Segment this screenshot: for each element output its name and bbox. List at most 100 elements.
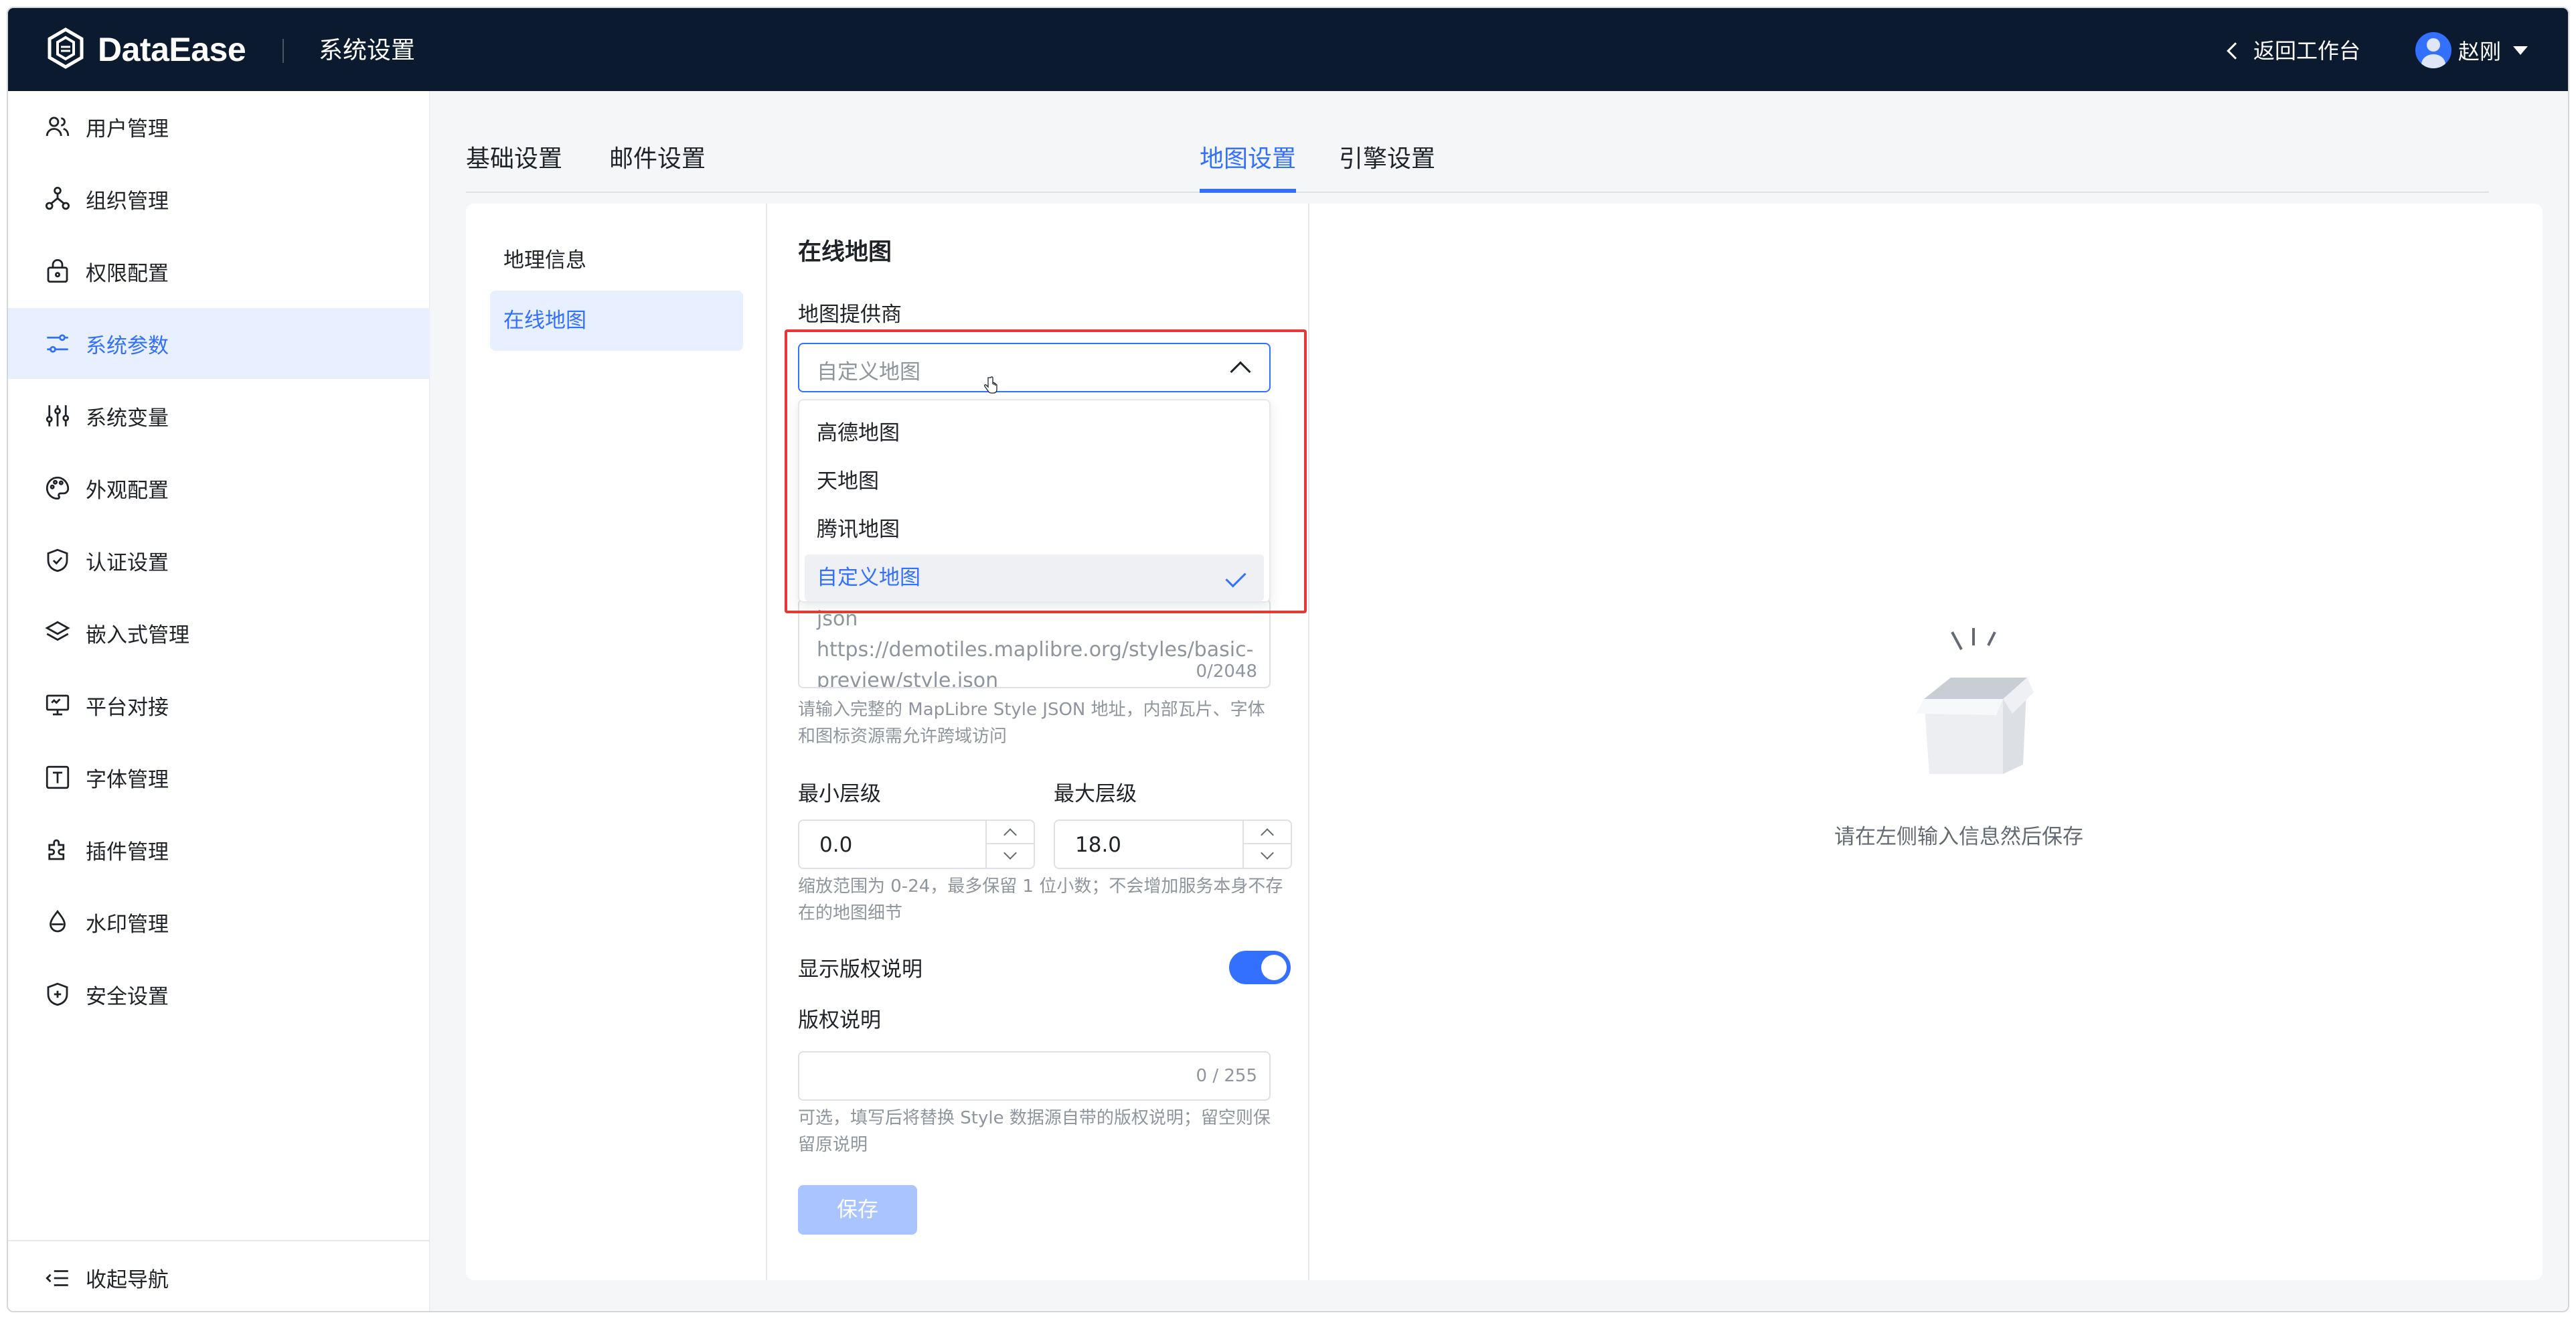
provider-dropdown: 高德地图 天地图 腾讯地图 自定义地图 bbox=[798, 399, 1271, 603]
chevron-up-icon bbox=[1230, 361, 1251, 382]
style-url-text: json https://demotiles.maplibre.org/styl… bbox=[817, 607, 1254, 688]
max-zoom-input[interactable]: 18.0 bbox=[1054, 820, 1292, 869]
collapse-nav-button[interactable]: 收起导航 bbox=[43, 1263, 169, 1293]
preview-divider bbox=[1308, 204, 1309, 1280]
settings-tabs: 基础设置 邮件设置 地图设置 引擎设置 bbox=[466, 135, 2489, 193]
increment-button[interactable] bbox=[987, 821, 1034, 844]
users-icon bbox=[43, 112, 72, 141]
provider-select-value: 自定义地图 bbox=[817, 360, 920, 384]
sliders-icon bbox=[43, 329, 72, 358]
shield-check-icon bbox=[43, 546, 72, 575]
top-header: DataEase 系统设置 返回工作台 赵刚 bbox=[8, 8, 2568, 91]
sidebar-item-fonts[interactable]: 字体管理 bbox=[8, 742, 430, 813]
avatar bbox=[2415, 32, 2451, 68]
max-zoom-value: 18.0 bbox=[1075, 833, 1122, 857]
shield-plus-icon bbox=[43, 980, 72, 1009]
min-zoom-input[interactable]: 0.0 bbox=[798, 820, 1035, 869]
sidebar-item-label: 平台对接 bbox=[86, 695, 169, 720]
copyright-hint: 可选，填写后将替换 Style 数据源自带的版权说明；留空则保留原说明 bbox=[798, 1108, 1271, 1155]
char-count: 0 / 255 bbox=[1196, 1066, 1257, 1086]
sidebar-item-security[interactable]: 安全设置 bbox=[8, 959, 430, 1030]
hand-cursor-icon bbox=[983, 376, 999, 396]
panel-divider bbox=[766, 204, 767, 1280]
style-url-textarea[interactable]: json https://demotiles.maplibre.org/styl… bbox=[798, 599, 1271, 688]
map-settings-panel: 地理信息 在线地图 在线地图 地图提供商 自定义地图 高德地图 天地图 腾讯地图… bbox=[466, 204, 2543, 1280]
sidebar-item-appearance[interactable]: 外观配置 bbox=[8, 453, 430, 524]
back-link-label: 返回工作台 bbox=[2253, 38, 2361, 64]
sidebar-footer: 收起导航 bbox=[8, 1240, 430, 1311]
collapse-menu-icon bbox=[43, 1263, 72, 1293]
decrement-button[interactable] bbox=[987, 844, 1034, 868]
dataease-logo-icon bbox=[44, 27, 87, 72]
tab-basic[interactable]: 基础设置 bbox=[466, 145, 562, 174]
page-title: 系统设置 bbox=[319, 37, 416, 64]
min-zoom-value: 0.0 bbox=[819, 833, 853, 857]
sidebar-item-label: 插件管理 bbox=[86, 840, 169, 864]
increment-button[interactable] bbox=[1244, 821, 1291, 844]
caret-down-icon bbox=[2513, 46, 2528, 55]
max-zoom-label: 最大层级 bbox=[1054, 782, 1137, 806]
option-tencent[interactable]: 腾讯地图 bbox=[805, 506, 1264, 553]
sidebar-item-org[interactable]: 组织管理 bbox=[8, 163, 430, 234]
tab-engine[interactable]: 引擎设置 bbox=[1339, 145, 1435, 174]
sidebar-item-users[interactable]: 用户管理 bbox=[8, 91, 430, 162]
sidebar-item-embedded[interactable]: 嵌入式管理 bbox=[8, 597, 430, 668]
sidebar-item-label: 系统参数 bbox=[86, 333, 169, 358]
app-window: DataEase 系统设置 返回工作台 赵刚 用户管理 组织管理 权限配置 系统… bbox=[7, 7, 2569, 1312]
min-zoom-label: 最小层级 bbox=[798, 782, 881, 806]
brand-name: DataEase bbox=[98, 31, 246, 68]
subnav-geo-info[interactable]: 地理信息 bbox=[490, 230, 743, 291]
sidebar-item-label: 用户管理 bbox=[86, 117, 169, 141]
sidebar-item-permissions[interactable]: 权限配置 bbox=[8, 236, 430, 307]
collapse-nav-label: 收起导航 bbox=[86, 1268, 169, 1292]
subnav-online-map[interactable]: 在线地图 bbox=[490, 291, 743, 351]
user-menu[interactable]: 赵刚 bbox=[2415, 32, 2528, 68]
save-button[interactable]: 保存 bbox=[798, 1185, 917, 1235]
check-icon bbox=[1225, 566, 1246, 588]
sidebar-item-label: 组织管理 bbox=[86, 189, 169, 214]
min-zoom-stepper bbox=[985, 821, 1034, 868]
option-custom[interactable]: 自定义地图 bbox=[805, 554, 1264, 601]
style-url-hint: 请输入完整的 MapLibre Style JSON 地址，内部瓦片、字体和图标… bbox=[798, 700, 1265, 747]
layers-icon bbox=[43, 618, 72, 647]
sidebar-item-label: 系统变量 bbox=[86, 406, 169, 431]
sidebar-item-system-vars[interactable]: 系统变量 bbox=[8, 380, 430, 451]
tab-email[interactable]: 邮件设置 bbox=[609, 145, 706, 174]
option-amap[interactable]: 高德地图 bbox=[805, 410, 1264, 457]
puzzle-icon bbox=[43, 835, 72, 864]
char-count: 0/2048 bbox=[1196, 662, 1257, 682]
sidebar-item-platform[interactable]: 平台对接 bbox=[8, 670, 430, 741]
brand[interactable]: DataEase bbox=[44, 27, 246, 72]
empty-state-message: 请在左侧输入信息然后保存 bbox=[1834, 825, 2083, 849]
sidebar-item-plugins[interactable]: 插件管理 bbox=[8, 814, 430, 885]
sidebar-item-label: 外观配置 bbox=[86, 478, 169, 503]
provider-select[interactable]: 自定义地图 bbox=[798, 343, 1271, 392]
sidebar-item-label: 安全设置 bbox=[86, 984, 169, 1009]
sidebar-item-system-params[interactable]: 系统参数 bbox=[8, 308, 430, 379]
option-label: 自定义地图 bbox=[817, 566, 920, 590]
font-icon bbox=[43, 763, 72, 792]
tab-map[interactable]: 地图设置 bbox=[1200, 145, 1296, 174]
section-title: 在线地图 bbox=[798, 239, 892, 266]
active-tab-indicator bbox=[1200, 189, 1296, 193]
back-to-workbench-link[interactable]: 返回工作台 bbox=[2227, 37, 2361, 64]
copyright-label: 版权说明 bbox=[798, 1008, 881, 1032]
sidebar-item-watermark[interactable]: 水印管理 bbox=[8, 886, 430, 957]
lock-icon bbox=[43, 256, 72, 286]
sidebar-item-label: 水印管理 bbox=[86, 912, 169, 937]
decrement-button[interactable] bbox=[1244, 844, 1291, 868]
user-name: 赵刚 bbox=[2458, 39, 2502, 64]
empty-box-icon bbox=[1885, 619, 2059, 793]
show-copyright-toggle[interactable] bbox=[1229, 951, 1291, 984]
sidebar-item-auth[interactable]: 认证设置 bbox=[8, 525, 430, 596]
drop-icon bbox=[43, 907, 72, 937]
copyright-input[interactable]: 0 / 255 bbox=[798, 1051, 1271, 1101]
sidebar-item-label: 认证设置 bbox=[86, 550, 169, 575]
show-copyright-label: 显示版权说明 bbox=[798, 957, 922, 982]
sidebar-item-label: 嵌入式管理 bbox=[86, 623, 189, 647]
monitor-icon bbox=[43, 690, 72, 720]
option-tianditu[interactable]: 天地图 bbox=[805, 458, 1264, 505]
header-divider bbox=[283, 39, 284, 63]
provider-label: 地图提供商 bbox=[798, 303, 902, 327]
chevron-left-icon bbox=[2227, 42, 2244, 60]
